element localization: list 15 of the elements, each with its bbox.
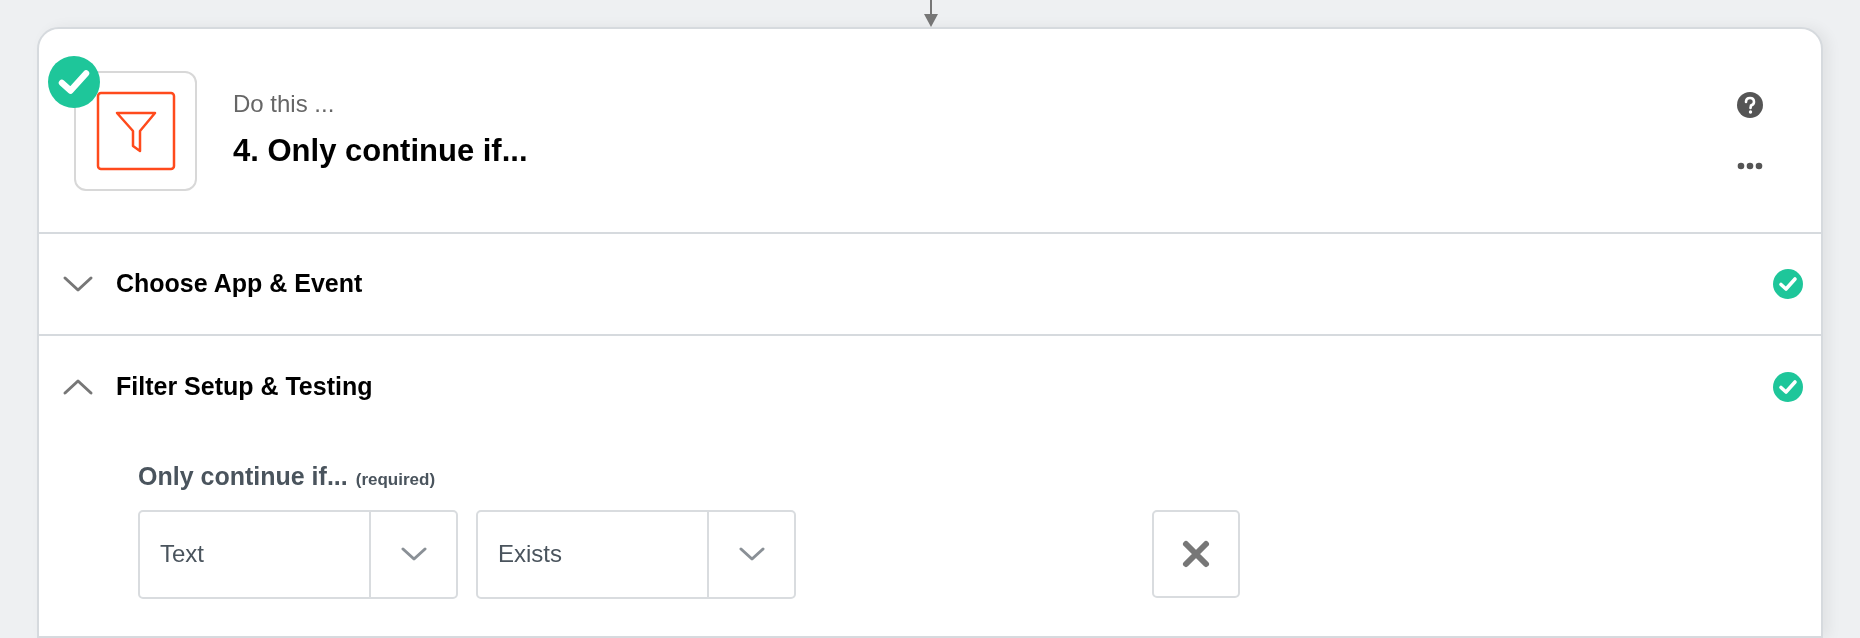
operator-dropdown[interactable]: Exists bbox=[476, 509, 796, 599]
field-dropdown[interactable]: Text bbox=[138, 509, 458, 599]
step-subtitle: Do this ... bbox=[233, 89, 336, 120]
required-hint: (required) bbox=[355, 469, 436, 491]
close-icon bbox=[1181, 539, 1211, 569]
filter-label: Only continue if... bbox=[138, 461, 348, 492]
remove-button[interactable] bbox=[1152, 510, 1240, 598]
arrow-icon bbox=[923, 0, 939, 28]
step-title: 4. Only continue if... bbox=[233, 132, 528, 171]
chevron-icon bbox=[400, 546, 427, 562]
section-toggle[interactable]: Filter Setup & Testing bbox=[62, 368, 373, 406]
section-toggle[interactable]: Choose App & Event bbox=[62, 265, 363, 303]
help-icon[interactable] bbox=[1737, 91, 1763, 118]
more-icon[interactable] bbox=[1737, 161, 1763, 170]
chevron-icon bbox=[738, 546, 765, 562]
